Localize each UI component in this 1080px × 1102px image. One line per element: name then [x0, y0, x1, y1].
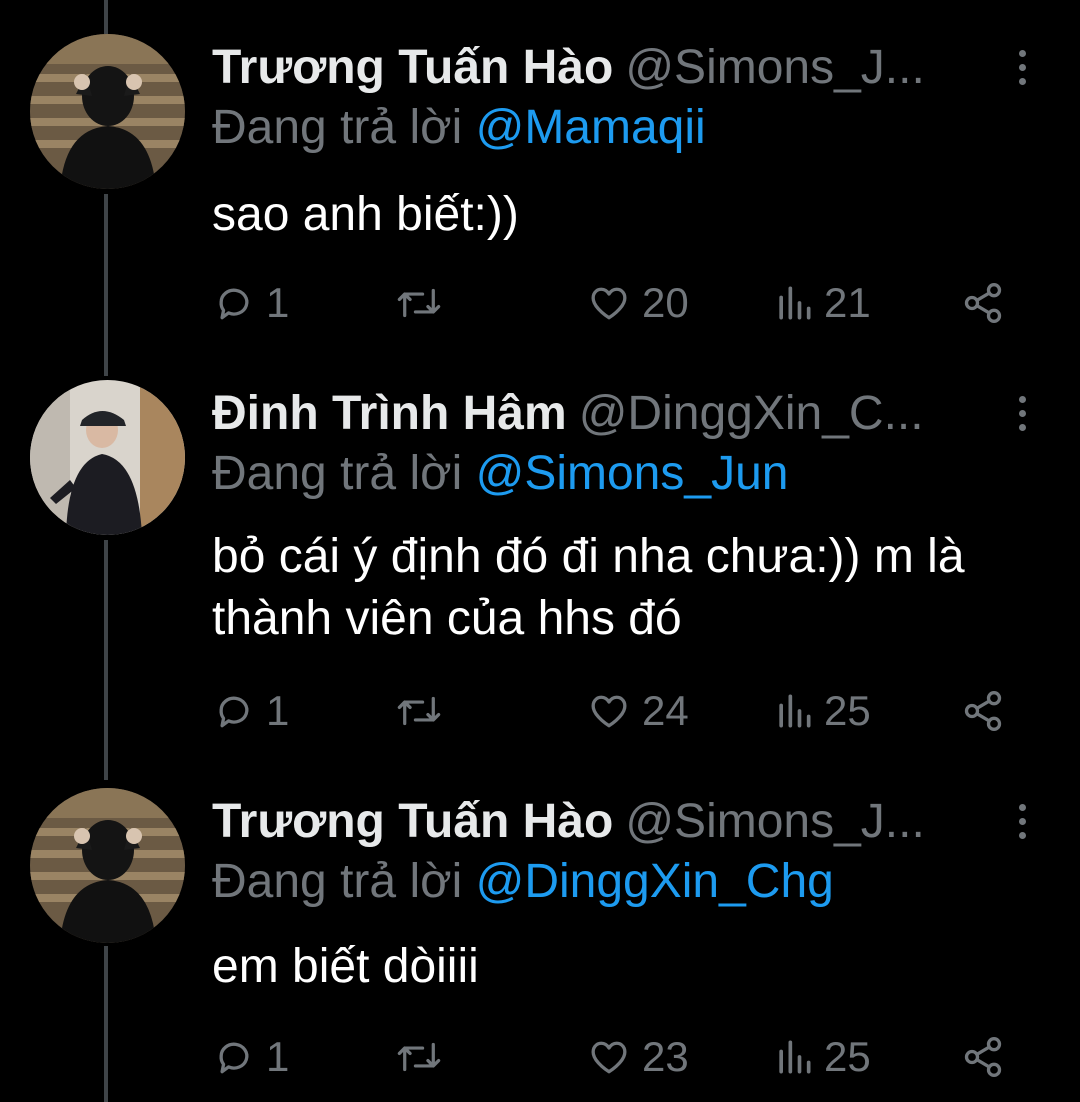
avatar[interactable]: [30, 380, 185, 535]
reply-mention[interactable]: @Mamaqii: [476, 101, 706, 154]
tweet[interactable]: Trương Tuấn Hào @Simons_J... Đang trả lời…: [0, 0, 1080, 370]
more-vertical-icon[interactable]: [1012, 48, 1032, 88]
view-count: 21: [824, 279, 871, 326]
author-handle[interactable]: @Simons_J...: [625, 41, 924, 94]
reply-mention[interactable]: @DinggXin_Chg: [476, 855, 834, 908]
tweet[interactable]: Đinh Trình Hâm @DinggXin_C... Đang trả lờ…: [0, 346, 1080, 766]
views-button[interactable]: 25: [774, 1032, 871, 1082]
share-icon: [964, 691, 1002, 731]
like-button[interactable]: 23: [586, 1032, 689, 1082]
author-name[interactable]: Trương Tuấn Hào: [212, 795, 613, 848]
more-vertical-icon[interactable]: [1012, 802, 1032, 842]
retweet-button[interactable]: [394, 1032, 444, 1082]
reply-icon: [219, 1042, 249, 1074]
reply-context: Đang trả lời @DinggXin_Chg: [212, 854, 834, 910]
views-icon: [779, 1040, 811, 1074]
action-bar: 1 20 21: [212, 278, 1012, 328]
views-button[interactable]: 21: [774, 278, 871, 328]
like-button[interactable]: 24: [586, 686, 689, 736]
view-count: 25: [824, 687, 871, 734]
like-count: 20: [642, 279, 689, 326]
heart-icon: [591, 695, 627, 728]
author-name[interactable]: Đinh Trình Hâm: [212, 387, 567, 440]
reply-count: 1: [266, 279, 290, 326]
tweet-text: em biết dòiiii: [212, 940, 479, 993]
reply-count: 1: [266, 687, 290, 734]
reply-prefix: Đang trả lời: [212, 101, 463, 154]
tweet-header: Đinh Trình Hâm @DinggXin_C...: [212, 386, 1020, 442]
author-name[interactable]: Trương Tuấn Hào: [212, 41, 613, 94]
tweet-header: Trương Tuấn Hào @Simons_J...: [212, 40, 1020, 96]
reply-icon: [219, 288, 249, 320]
share-button[interactable]: [960, 278, 1006, 328]
heart-icon: [591, 1041, 627, 1074]
author-handle[interactable]: @DinggXin_C...: [579, 387, 924, 440]
like-count: 24: [642, 687, 689, 734]
retweet-button[interactable]: [394, 686, 444, 736]
share-icon: [964, 283, 1002, 323]
views-button[interactable]: 25: [774, 686, 871, 736]
views-icon: [779, 694, 811, 728]
reply-prefix: Đang trả lời: [212, 855, 463, 908]
action-bar: 1 24 25: [212, 686, 1012, 736]
like-count: 23: [642, 1033, 689, 1080]
reply-mention[interactable]: @Simons_Jun: [476, 447, 789, 500]
retweet-button[interactable]: [394, 278, 444, 328]
share-icon: [964, 1037, 1002, 1077]
more-vertical-icon[interactable]: [1012, 394, 1032, 434]
avatar[interactable]: [30, 788, 185, 943]
share-button[interactable]: [960, 686, 1006, 736]
reply-context: Đang trả lời @Mamaqii: [212, 100, 706, 156]
reply-icon: [219, 696, 249, 728]
heart-icon: [591, 287, 627, 320]
action-bar: 1 23 25: [212, 1032, 1012, 1082]
reply-count: 1: [266, 1033, 290, 1080]
retweet-icon: [397, 288, 441, 318]
reply-button[interactable]: 1: [212, 686, 289, 736]
retweet-icon: [397, 1042, 441, 1072]
reply-button[interactable]: 1: [212, 278, 289, 328]
tweet-header: Trương Tuấn Hào @Simons_J...: [212, 794, 1020, 850]
reply-context: Đang trả lời @Simons_Jun: [212, 446, 788, 502]
avatar[interactable]: [30, 34, 185, 189]
share-button[interactable]: [960, 1032, 1006, 1082]
retweet-icon: [397, 696, 441, 726]
tweet-text: sao anh biết:)): [212, 188, 519, 241]
tweet[interactable]: Trương Tuấn Hào @Simons_J... Đang trả lời…: [0, 754, 1080, 1102]
tweet-text: bỏ cái ý định đó đi nha chưa:)) m là thà…: [212, 530, 965, 645]
reply-button[interactable]: 1: [212, 1032, 289, 1082]
author-handle[interactable]: @Simons_J...: [625, 795, 924, 848]
reply-prefix: Đang trả lời: [212, 447, 463, 500]
views-icon: [779, 286, 811, 320]
view-count: 25: [824, 1033, 871, 1080]
like-button[interactable]: 20: [586, 278, 689, 328]
